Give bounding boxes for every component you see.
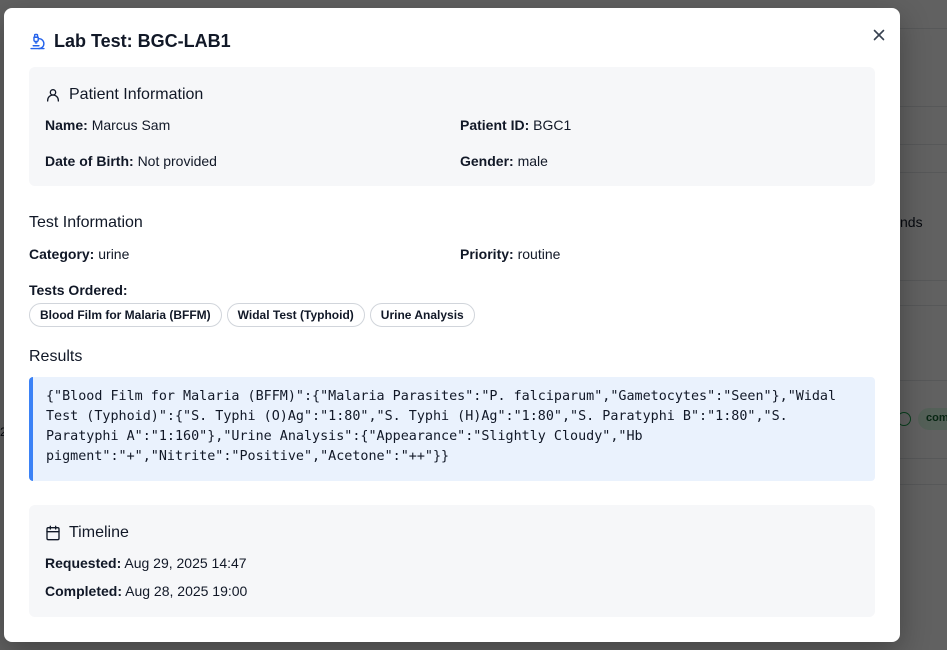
- modal-title: Lab Test: BGC-LAB1: [54, 31, 231, 51]
- patient-name-label: Name:: [45, 117, 88, 133]
- completed-label: Completed:: [45, 583, 122, 599]
- patient-id-label: Patient ID:: [460, 117, 530, 133]
- lab-test-modal: Lab Test: BGC-LAB1 Patient Information N…: [4, 8, 900, 642]
- user-icon: [45, 87, 61, 103]
- patient-name-value: Marcus Sam: [91, 117, 171, 133]
- timeline-card: Timeline Requested: Aug 29, 2025 14:47 C…: [29, 505, 875, 617]
- results-heading: Results: [29, 348, 83, 365]
- test-tag: Widal Test (Typhoid): [226, 303, 365, 327]
- patient-id-value: BGC1: [533, 117, 572, 133]
- priority-label: Priority:: [460, 246, 514, 262]
- priority-field: Priority: routine: [460, 246, 560, 262]
- patient-information-card: Patient Information Name: Marcus Sam Pat…: [29, 67, 875, 186]
- timeline-heading: Timeline: [45, 524, 129, 542]
- modal-header: Lab Test: BGC-LAB1: [29, 31, 231, 52]
- date-of-birth-value: Not provided: [137, 153, 217, 169]
- patient-information-heading: Patient Information: [45, 86, 203, 104]
- patient-name-field: Name: Marcus Sam: [45, 117, 170, 133]
- completed-value: Aug 28, 2025 19:00: [125, 583, 248, 599]
- close-icon: [873, 29, 885, 41]
- requested-value: Aug 29, 2025 14:47: [124, 555, 247, 571]
- tests-ordered-field: Tests Ordered:: [29, 282, 128, 298]
- patient-information-title: Patient Information: [69, 86, 204, 103]
- results-box: {"Blood Film for Malaria (BFFM)":{"Malar…: [29, 377, 875, 481]
- date-of-birth-label: Date of Birth:: [45, 153, 134, 169]
- requested-field: Requested: Aug 29, 2025 14:47: [45, 555, 247, 571]
- date-of-birth-field: Date of Birth: Not provided: [45, 153, 217, 169]
- calendar-icon: [45, 525, 61, 541]
- microscope-icon: [29, 33, 46, 50]
- gender-label: Gender:: [460, 153, 514, 169]
- close-button[interactable]: [868, 24, 890, 46]
- tests-ordered-list: Blood Film for Malaria (BFFM) Widal Test…: [29, 303, 475, 327]
- requested-label: Requested:: [45, 555, 122, 571]
- priority-value: routine: [517, 246, 561, 262]
- timeline-title: Timeline: [69, 524, 129, 541]
- completed-field: Completed: Aug 28, 2025 19:00: [45, 583, 247, 599]
- gender-field: Gender: male: [460, 153, 548, 169]
- patient-id-field: Patient ID: BGC1: [460, 117, 571, 133]
- test-tag: Urine Analysis: [369, 303, 475, 327]
- gender-value: male: [517, 153, 548, 169]
- results-text: {"Blood Film for Malaria (BFFM)":{"Malar…: [46, 389, 845, 464]
- category-field: Category: urine: [29, 246, 129, 262]
- category-value: urine: [98, 246, 130, 262]
- test-information-heading: Test Information: [29, 214, 143, 231]
- category-label: Category:: [29, 246, 95, 262]
- tests-ordered-label: Tests Ordered:: [29, 282, 128, 298]
- test-tag: Blood Film for Malaria (BFFM): [29, 303, 222, 327]
